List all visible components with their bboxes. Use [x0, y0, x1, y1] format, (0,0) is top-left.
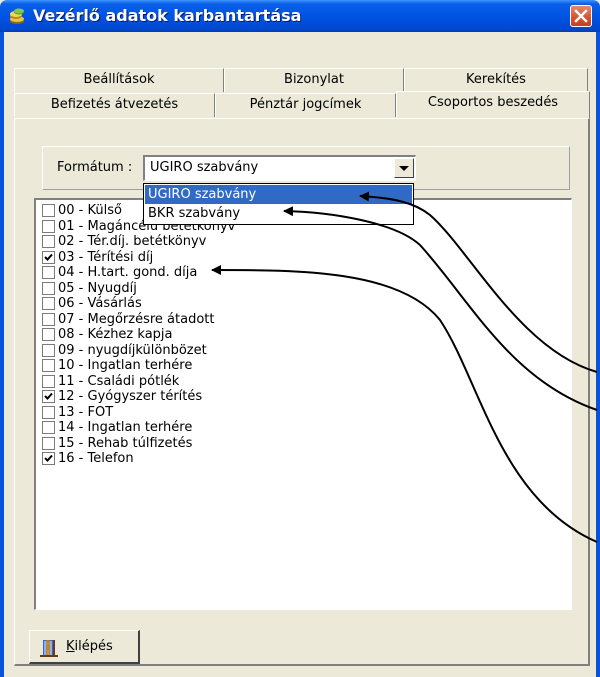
list-item-label: 13 - FOT [58, 404, 114, 420]
tab-label: Csoportos beszedés [427, 95, 559, 110]
exit-button[interactable]: Kilépés [29, 630, 140, 664]
category-listbox[interactable]: 00 - Külső 01 - Magáncélú betétkönyv 02 - … [34, 198, 572, 610]
checkbox[interactable] [42, 219, 55, 233]
tab-label: Kerekítés [466, 72, 526, 87]
checkbox[interactable] [42, 390, 55, 403]
checkbox[interactable] [42, 235, 55, 248]
format-select[interactable]: UGIRO szabvány [143, 155, 416, 181]
dialog-window: Vezérlő adatok karbantartása Beállítások… [0, 0, 600, 677]
list-item-label: 03 - Térítési díj [58, 249, 154, 265]
tab-befizetes-atvezetes[interactable]: Befizetés átvezetés [14, 93, 215, 117]
list-item-label: 16 - Telefon [58, 451, 134, 466]
tab-label: Pénztár jogcímek [249, 97, 362, 112]
checkbox[interactable] [42, 281, 55, 295]
checkbox[interactable] [42, 250, 55, 264]
checkbox[interactable] [42, 421, 55, 434]
chevron-down-icon [399, 166, 409, 171]
list-item-label: 04 - H.tart. gond. díja [58, 265, 198, 280]
format-select-value: UGIRO szabvány [150, 160, 259, 175]
tab-label: Beállítások [83, 72, 155, 87]
checkbox[interactable] [42, 328, 55, 341]
tab-csoportos-beszedes[interactable]: Csoportos beszedés [396, 91, 590, 119]
dropdown-option-bkr[interactable]: BKR szabvány [145, 204, 412, 223]
checkbox[interactable] [42, 452, 55, 465]
format-label: Formátum : [57, 160, 133, 175]
checkmark-icon [44, 454, 53, 462]
window-title: Vezérlő adatok karbantartása [33, 6, 302, 25]
checkbox[interactable] [42, 436, 55, 450]
checkbox[interactable] [42, 374, 55, 388]
list-item-label: 12 - Gyógyszer térítés [58, 389, 203, 404]
checkbox[interactable] [42, 359, 55, 372]
checkbox[interactable] [42, 266, 55, 279]
close-icon [574, 9, 588, 23]
close-button[interactable] [570, 5, 592, 27]
list-item-label: 10 - Ingatlan terhére [58, 358, 193, 373]
list-item-label: 09 - nyugdíjkülönbözet [58, 342, 207, 358]
title-bar[interactable]: Vezérlő adatok karbantartása [0, 0, 600, 32]
list-item-label: 11 - Családi pótlék [58, 373, 180, 389]
window-frame-right [596, 32, 600, 677]
checkbox[interactable] [42, 343, 55, 357]
list-item-label: 07 - Megőrzésre átadott [58, 311, 215, 327]
coins-icon [10, 8, 24, 24]
tab-label: Befizetés átvezetés [50, 97, 179, 112]
tab-penztar-jogcimek[interactable]: Pénztár jogcímek [215, 93, 396, 117]
checkbox[interactable] [42, 405, 55, 419]
list-item-label: 15 - Rehab túlfizetés [58, 435, 193, 451]
list-item-label: 06 - Vásárlás [58, 296, 142, 311]
tab-label: Bizonylat [284, 72, 344, 87]
list-item-label: 08 - Kézhez kapja [58, 327, 173, 342]
exit-door-icon [40, 640, 58, 657]
list-item-label: 02 - Tér.díj. betétkönyv [58, 234, 207, 249]
list-item-label: 05 - Nyugdíj [58, 280, 137, 296]
dropdown-option-ugiro[interactable]: UGIRO szabvány [145, 185, 412, 204]
checkmark-icon [44, 392, 53, 400]
exit-button-label: Kilépés [66, 639, 113, 654]
tab-kerekites[interactable]: Kerekítés [404, 68, 588, 92]
window-frame-left [0, 32, 4, 677]
checkbox[interactable] [42, 204, 55, 217]
tab-bizonylat[interactable]: Bizonylat [224, 68, 404, 92]
list-item-label: 14 - Ingatlan terhére [58, 420, 193, 435]
list-item-label: 00 - Külső [58, 203, 122, 218]
checkbox[interactable] [42, 297, 55, 310]
tab-beallitasok[interactable]: Beállítások [14, 68, 224, 92]
checkbox[interactable] [42, 312, 55, 326]
format-dropdown-list[interactable]: UGIRO szabvány BKR szabvány [143, 183, 414, 225]
dropdown-button[interactable] [394, 158, 414, 178]
checkmark-icon [44, 253, 53, 261]
